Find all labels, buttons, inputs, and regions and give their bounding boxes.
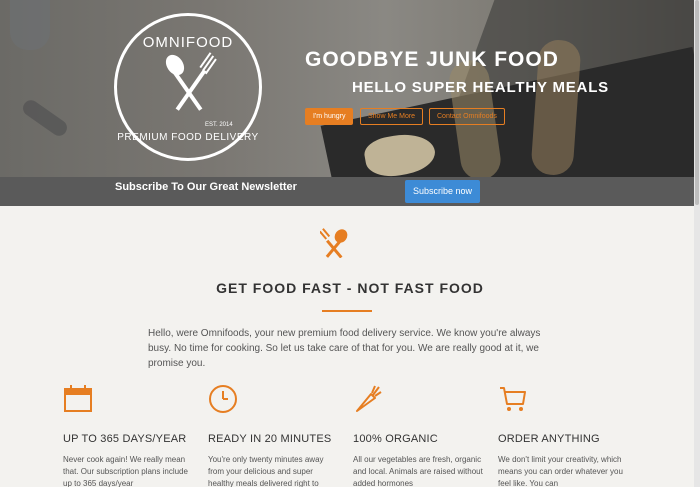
contact-button[interactable]: Contact Omnifoods: [429, 108, 505, 125]
show-me-more-button[interactable]: Show Me More: [360, 108, 424, 125]
subscribe-button[interactable]: Subscribe now: [405, 180, 480, 203]
calendar-icon: [64, 385, 92, 412]
newsletter-text: Subscribe To Our Great Newsletter: [115, 181, 297, 193]
feature-365-days: UP TO 365 DAYS/YEAR Never cook again! We…: [63, 383, 193, 487]
feature-title: READY IN 20 MINUTES: [208, 433, 332, 445]
scrollbar-thumb[interactable]: [695, 0, 699, 205]
logo-tagline: PREMIUM FOOD DELIVERY: [117, 132, 259, 143]
feature-text: You're only twenty minutes away from you…: [208, 455, 324, 487]
hero-section: OMNIFOOD EST. 2014 PREMIUM FOOD DELIVERY…: [0, 0, 700, 180]
section-intro: Hello, were Omnifoods, your new premium …: [148, 328, 541, 369]
feature-title: ORDER ANYTHING: [498, 433, 600, 445]
cart-icon: [500, 387, 526, 411]
hero-subtitle: HELLO SUPER HEALTHY MEALS: [352, 79, 609, 96]
hero-title: GOODBYE JUNK FOOD: [305, 48, 559, 71]
clock-icon: [209, 385, 237, 413]
feature-order-anything: ORDER ANYTHING We don't limit your creat…: [498, 383, 628, 487]
newsletter-bar: Subscribe To Our Great Newsletter Subscr…: [0, 177, 700, 206]
logo-established: EST. 2014: [205, 122, 233, 128]
feature-organic: 100% ORGANIC All our vegetables are fres…: [353, 383, 483, 487]
scrollbar[interactable]: [694, 0, 700, 487]
fork-spoon-icon: [320, 228, 348, 258]
feature-20-minutes: READY IN 20 MINUTES You're only twenty m…: [208, 383, 338, 487]
logo-wordmark: OMNIFOOD: [142, 34, 234, 51]
feature-text: All our vegetables are fresh, organic an…: [353, 455, 483, 487]
im-hungry-button[interactable]: I'm hungry: [305, 108, 354, 125]
section-divider: [322, 310, 372, 312]
feature-title: UP TO 365 DAYS/YEAR: [63, 433, 187, 445]
carrot-icon: [356, 385, 382, 412]
section-title: GET FOOD FAST - NOT FAST FOOD: [216, 280, 484, 296]
feature-text: We don't limit your creativity, which me…: [498, 455, 623, 487]
feature-title: 100% ORGANIC: [353, 433, 438, 445]
feature-text: Never cook again! We really mean that. O…: [63, 455, 188, 487]
omnifood-logo[interactable]: OMNIFOOD EST. 2014 PREMIUM FOOD DELIVERY: [114, 13, 262, 161]
fork-spoon-icon: [165, 52, 217, 111]
